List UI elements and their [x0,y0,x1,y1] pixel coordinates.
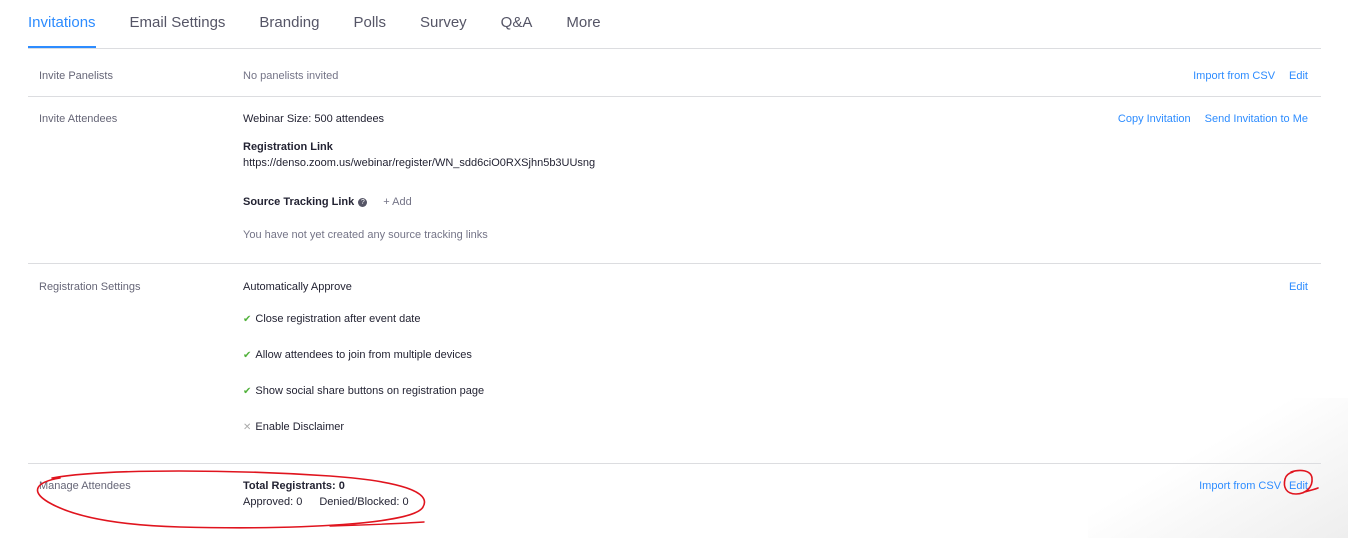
edit-panelists-link[interactable]: Edit [1289,70,1308,82]
denied-count: Denied/Blocked: 0 [319,496,409,508]
copy-invitation-link[interactable]: Copy Invitation [1118,113,1191,125]
setting-label: Close registration after event date [255,313,421,325]
invite-attendees-section: Invite Attendees Webinar Size: 500 atten… [28,96,1321,264]
approved-count: Approved: 0 [243,496,303,508]
approval-mode: Automatically Approve [243,281,352,293]
tab-bar: Invitations Email Settings Branding Poll… [28,0,635,48]
manage-attendees-actions: Import from CSV Edit [1199,480,1308,492]
setting-label: Show social share buttons on registratio… [255,385,485,397]
setting-close-registration: ✔ Close registration after event date [243,313,420,325]
setting-social-share: ✔ Show social share buttons on registrati… [243,385,484,397]
registration-link-title: Registration Link [243,141,333,153]
tab-qa[interactable]: Q&A [501,0,533,33]
tab-branding[interactable]: Branding [259,0,319,33]
manage-attendees-label: Manage Attendees [39,480,131,492]
setting-disclaimer: ✕ Enable Disclaimer [243,421,344,433]
attendees-actions: Copy Invitation Send Invitation to Me [1118,113,1308,125]
manage-attendees-section: Manage Attendees Total Registrants: 0 Ap… [28,463,1321,539]
setting-multiple-devices: ✔ Allow attendees to join from multiple d… [243,349,472,361]
check-icon: ✔ [243,314,252,325]
tab-email-settings[interactable]: Email Settings [130,0,226,33]
setting-label: Allow attendees to join from multiple de… [255,349,472,361]
manage-attendees-content: Total Registrants: 0 Approved: 0 Denied/B… [243,464,843,534]
registration-link-url[interactable]: https://denso.zoom.us/webinar/register/W… [243,157,595,169]
cross-icon: ✕ [243,422,252,433]
edit-registration-link[interactable]: Edit [1289,281,1308,293]
registration-settings-content: Automatically Approve ✔ Close registratio… [243,264,1083,464]
invite-panelists-label: Invite Panelists [39,70,113,82]
tab-survey[interactable]: Survey [420,0,467,33]
add-source-tracking-link[interactable]: + Add [383,196,411,208]
registration-settings-section: Registration Settings Automatically Appr… [28,263,1321,464]
tab-more[interactable]: More [566,0,600,33]
edit-attendees-link[interactable]: Edit [1289,480,1308,492]
tab-polls[interactable]: Polls [353,0,386,33]
registrant-counts: Approved: 0 Denied/Blocked: 0 [243,496,409,508]
invite-attendees-content: Webinar Size: 500 attendees Registration… [243,97,1083,264]
help-icon[interactable]: ? [358,198,368,207]
webinar-size: Webinar Size: 500 attendees [243,113,385,125]
setting-label: Enable Disclaimer [255,421,345,433]
source-tracking-row: Source Tracking Link? + Add [243,196,412,208]
registration-actions: Edit [1289,281,1308,293]
check-icon: ✔ [243,350,252,361]
import-attendees-csv-link[interactable]: Import from CSV [1199,480,1281,492]
check-icon: ✔ [243,386,252,397]
registration-settings-label: Registration Settings [39,281,141,293]
tab-invitations[interactable]: Invitations [28,0,96,48]
total-registrants: Total Registrants: 0 [243,480,345,492]
invite-panelists-section: Invite Panelists No panelists invited Im… [28,48,1321,97]
source-tracking-title: Source Tracking Link [243,196,355,208]
panelists-status: No panelists invited [243,70,339,82]
import-panelists-csv-link[interactable]: Import from CSV [1193,70,1275,82]
send-invitation-to-me-link[interactable]: Send Invitation to Me [1205,113,1308,125]
source-tracking-empty: You have not yet created any source trac… [243,229,488,241]
panelists-actions: Import from CSV Edit [1193,70,1308,82]
invite-attendees-label: Invite Attendees [39,113,118,125]
